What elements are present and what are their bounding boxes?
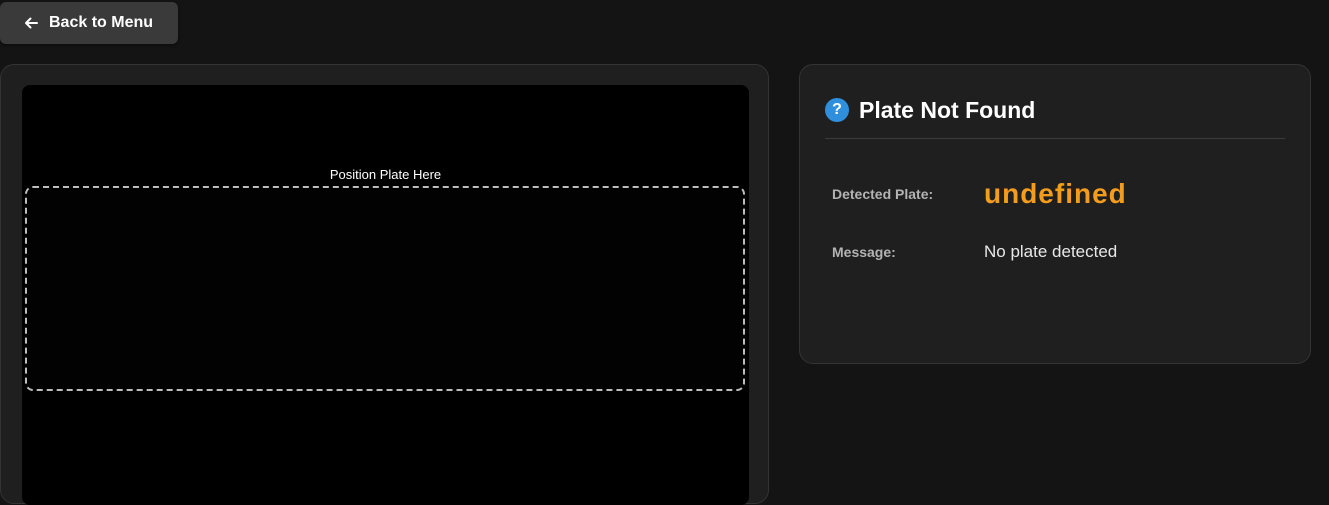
back-to-menu-button[interactable]: Back to Menu bbox=[0, 2, 178, 44]
camera-view: Position Plate Here bbox=[22, 85, 749, 505]
result-title: Plate Not Found bbox=[859, 97, 1036, 123]
result-header: ? Plate Not Found bbox=[825, 95, 1285, 139]
camera-panel: Position Plate Here bbox=[0, 64, 769, 505]
plate-guide-box bbox=[25, 186, 745, 391]
message-row: Message: No plate detected bbox=[832, 242, 1117, 262]
message-value: No plate detected bbox=[984, 242, 1118, 261]
detected-plate-label: Detected Plate: bbox=[832, 186, 934, 202]
arrow-left-icon bbox=[22, 14, 40, 32]
detected-plate-value: undefined bbox=[984, 178, 1127, 209]
detected-plate-row: Detected Plate: undefined bbox=[832, 178, 1127, 210]
message-label: Message: bbox=[832, 244, 896, 260]
back-button-label: Back to Menu bbox=[49, 14, 154, 31]
question-icon: ? bbox=[825, 98, 849, 122]
guide-label: Position Plate Here bbox=[329, 167, 442, 182]
result-panel: ? Plate Not Found Detected Plate: undefi… bbox=[799, 64, 1311, 364]
